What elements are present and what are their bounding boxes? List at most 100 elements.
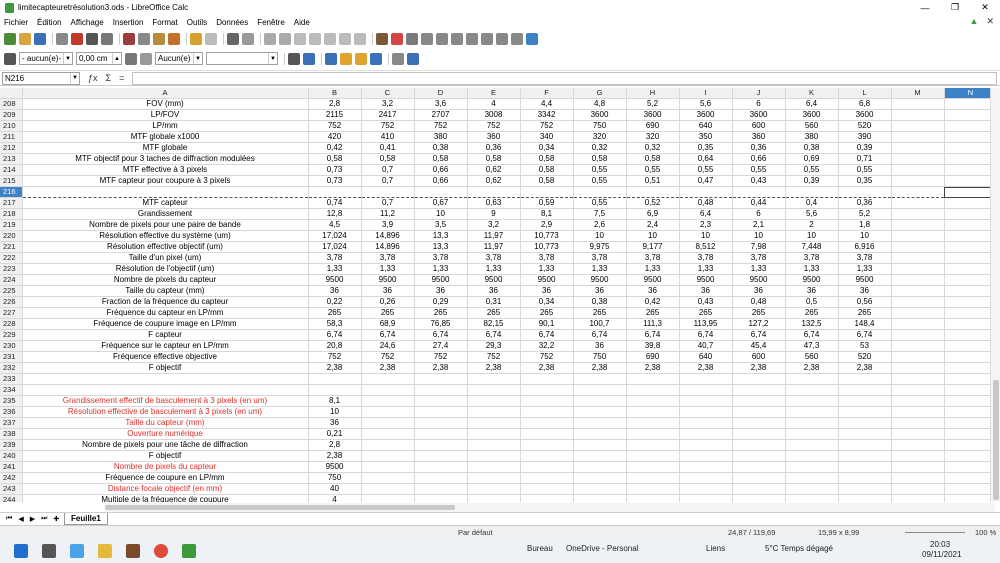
cell[interactable] xyxy=(573,406,627,419)
menu-item-7[interactable]: Fenêtre xyxy=(257,18,285,27)
cell[interactable]: 10,773 xyxy=(520,230,574,243)
email-icon[interactable] xyxy=(56,32,68,45)
cell[interactable]: 2,8 xyxy=(308,439,362,452)
cell[interactable]: 40 xyxy=(308,483,362,496)
cell[interactable] xyxy=(308,384,362,397)
cell[interactable]: 3600 xyxy=(626,109,680,122)
cell-label[interactable]: MTF globale x1000 xyxy=(22,131,309,144)
row-header[interactable]: 240 xyxy=(0,450,23,463)
cell[interactable]: 0,4 xyxy=(785,197,839,210)
cell[interactable]: 3600 xyxy=(732,109,786,122)
cell[interactable]: 0,7 xyxy=(361,197,415,210)
cell[interactable] xyxy=(891,263,945,276)
cell[interactable] xyxy=(891,241,945,254)
cell[interactable]: 0,58 xyxy=(520,164,574,177)
cell[interactable] xyxy=(785,439,839,452)
cell[interactable]: 1,33 xyxy=(626,263,680,276)
define-print-area-icon[interactable] xyxy=(481,32,493,45)
cell[interactable] xyxy=(573,384,627,397)
row-header[interactable]: 234 xyxy=(0,384,23,397)
cell[interactable]: 8,1 xyxy=(308,395,362,408)
cell[interactable]: 6,74 xyxy=(626,329,680,342)
cell[interactable]: 6,8 xyxy=(838,98,892,111)
bring-front-icon[interactable] xyxy=(325,52,337,65)
cell[interactable]: 4,5 xyxy=(308,219,362,232)
cell[interactable]: 9500 xyxy=(626,274,680,287)
cell[interactable] xyxy=(891,175,945,188)
cell[interactable]: 6,74 xyxy=(361,329,415,342)
cell[interactable] xyxy=(414,472,468,485)
cell[interactable]: 320 xyxy=(573,131,627,144)
cell[interactable]: 3,78 xyxy=(467,252,521,265)
cell[interactable]: 3,78 xyxy=(838,252,892,265)
add-sheet-icon[interactable]: ✚ xyxy=(53,515,59,523)
page-style[interactable]: Par défaut xyxy=(458,528,493,537)
cell[interactable]: 0,42 xyxy=(626,296,680,309)
cell[interactable] xyxy=(679,428,733,441)
cell[interactable]: 10 xyxy=(414,208,468,221)
row-header[interactable]: 243 xyxy=(0,483,23,496)
cell[interactable]: 36 xyxy=(308,417,362,430)
cell[interactable]: 27,4 xyxy=(414,340,468,353)
cell-label[interactable] xyxy=(22,384,309,397)
cell[interactable]: 0,38 xyxy=(573,296,627,309)
anchor-icon[interactable] xyxy=(288,52,300,65)
cell-label[interactable]: MTF capteur xyxy=(22,197,309,210)
close-document-icon[interactable]: ✕ xyxy=(986,16,994,27)
row-header[interactable]: 212 xyxy=(0,142,23,155)
cell[interactable] xyxy=(520,439,574,452)
cell[interactable]: 2,38 xyxy=(414,362,468,375)
cell[interactable] xyxy=(361,483,415,496)
cell[interactable]: 68,9 xyxy=(361,318,415,331)
cell[interactable] xyxy=(467,428,521,441)
row-header[interactable]: 221 xyxy=(0,241,23,254)
cell[interactable] xyxy=(891,417,945,430)
cell-label[interactable]: LP/mm xyxy=(22,120,309,133)
cell[interactable]: 10 xyxy=(785,230,839,243)
cell[interactable] xyxy=(520,417,574,430)
cell[interactable]: 0,48 xyxy=(732,296,786,309)
cell[interactable]: 40,7 xyxy=(679,340,733,353)
cell[interactable] xyxy=(361,186,415,199)
cell[interactable]: 3,78 xyxy=(520,252,574,265)
cell[interactable]: 3,5 xyxy=(414,219,468,232)
cell[interactable]: 9 xyxy=(467,208,521,221)
cell[interactable] xyxy=(891,351,945,364)
cell[interactable]: 410 xyxy=(361,131,415,144)
cell[interactable]: 4,8 xyxy=(573,98,627,111)
cell[interactable]: 0,22 xyxy=(308,296,362,309)
cell[interactable]: 82,15 xyxy=(467,318,521,331)
cell[interactable]: 1,33 xyxy=(308,263,362,276)
column-header[interactable]: G xyxy=(573,88,627,100)
cell[interactable]: 6,74 xyxy=(414,329,468,342)
cell[interactable]: 2,38 xyxy=(785,362,839,375)
cell[interactable]: 0,43 xyxy=(679,296,733,309)
cell-label[interactable]: Fréquence de coupure image en LP/mm xyxy=(22,318,309,331)
cell[interactable]: 11,97 xyxy=(467,241,521,254)
cell[interactable] xyxy=(838,384,892,397)
cell[interactable] xyxy=(467,472,521,485)
cell-label[interactable]: Fréquence du capteur en LP/mm xyxy=(22,307,309,320)
cell[interactable]: 0,73 xyxy=(308,164,362,177)
cell[interactable]: 380 xyxy=(785,131,839,144)
column-header[interactable]: F xyxy=(520,88,574,100)
cell[interactable]: 0,73 xyxy=(308,175,362,188)
cell[interactable] xyxy=(467,417,521,430)
cell[interactable]: 4 xyxy=(308,494,362,502)
cell[interactable] xyxy=(467,439,521,452)
libreoffice-calc-taskbar-icon[interactable] xyxy=(182,543,196,558)
cell[interactable]: 752 xyxy=(414,120,468,133)
cell[interactable] xyxy=(414,439,468,452)
cell[interactable]: 0,62 xyxy=(467,175,521,188)
cell[interactable]: 100,7 xyxy=(573,318,627,331)
cell[interactable]: 640 xyxy=(679,351,733,364)
cell-label[interactable]: Nombre de pixels du capteur xyxy=(22,461,309,474)
cell[interactable] xyxy=(573,483,627,496)
cell[interactable] xyxy=(520,384,574,397)
cell[interactable]: 0,52 xyxy=(626,197,680,210)
row-header[interactable]: 219 xyxy=(0,219,23,232)
column-header[interactable]: E xyxy=(467,88,521,100)
cell[interactable]: 265 xyxy=(361,307,415,320)
cell[interactable]: 111,3 xyxy=(626,318,680,331)
cell[interactable] xyxy=(520,483,574,496)
